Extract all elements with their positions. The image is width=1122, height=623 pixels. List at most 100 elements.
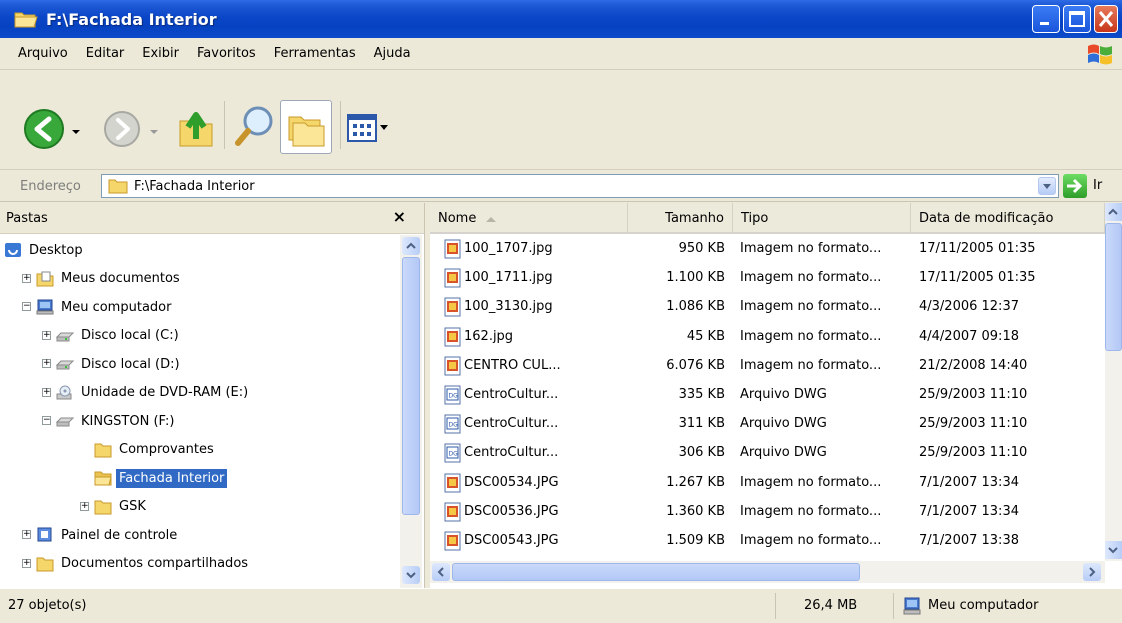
file-type: Arquivo DWG <box>740 445 827 461</box>
tree-item[interactable]: + Disco local (D:) <box>42 352 183 376</box>
tree-item[interactable]: Comprovantes <box>94 438 217 462</box>
minimize-button[interactable] <box>1032 5 1060 33</box>
collapse-icon[interactable]: − <box>42 416 51 425</box>
address-label: Endereço <box>20 178 81 194</box>
tree-item-label: KINGSTON (F:) <box>81 413 175 429</box>
forward-button[interactable] <box>102 109 142 153</box>
table-row[interactable]: CENTRO CUL... 6.076 KB Imagem no formato..… <box>430 353 1105 379</box>
expand-icon[interactable]: + <box>42 330 51 340</box>
table-row[interactable]: DG CentroCultur... 335 KB Arquivo DWG 25/9/2… <box>430 382 1105 408</box>
file-date-modified: 25/9/2003 11:10 <box>919 387 1028 402</box>
tree-item[interactable]: + Unidade de DVD-RAM (E:) <box>42 381 251 405</box>
menu-ajuda[interactable]: Ajuda <box>365 46 420 61</box>
scroll-right-button[interactable] <box>1083 563 1101 581</box>
table-row[interactable]: DSC00536.JPG 1.360 KB Imagem no formato...… <box>430 499 1105 525</box>
scroll-down-button[interactable] <box>402 566 420 584</box>
column-type[interactable]: Tipo <box>733 203 911 234</box>
collapse-icon[interactable]: − <box>22 302 31 311</box>
title-bar[interactable]: F:\Fachada Interior <box>0 0 1122 38</box>
file-date-modified: 25/9/2003 11:10 <box>919 445 1028 461</box>
expand-icon[interactable]: + <box>22 530 31 539</box>
menu-exibir[interactable]: Exibir <box>133 46 188 61</box>
expand-icon[interactable]: + <box>42 387 51 397</box>
column-name[interactable]: Nome <box>430 203 628 234</box>
address-input[interactable]: F:\Fachada Interior <box>101 174 1059 198</box>
table-row[interactable]: DSC00534.JPG 1.267 KB Imagem no formato...… <box>430 470 1105 496</box>
jpg-file-icon <box>444 531 462 551</box>
search-icon <box>235 106 273 146</box>
scroll-thumb[interactable] <box>452 563 860 581</box>
close-button[interactable] <box>1094 5 1118 33</box>
table-row[interactable]: DG CentroCultur... 311 KB Arquivo DWG 25/9/2… <box>430 411 1105 437</box>
maximize-button[interactable] <box>1063 5 1091 33</box>
scroll-up-button[interactable] <box>402 237 420 255</box>
file-name: CentroCultur... <box>464 387 559 402</box>
table-row[interactable]: 100_1707.jpg 950 KB Imagem no formato... 17… <box>430 236 1105 262</box>
search-button[interactable] <box>234 103 278 153</box>
expand-icon[interactable]: + <box>22 273 31 283</box>
file-name: CentroCultur... <box>464 416 559 432</box>
tree-item[interactable]: − Meu computador <box>22 295 174 319</box>
removable-drive-icon <box>55 413 75 429</box>
file-date-modified: 17/11/2005 01:35 <box>919 270 1036 286</box>
file-size: 1.509 KB <box>666 533 725 548</box>
scroll-down-button[interactable] <box>1105 541 1122 559</box>
up-folder-button[interactable] <box>176 105 216 153</box>
folder-open-icon <box>14 9 38 29</box>
column-date-modified[interactable]: Data de modificação <box>911 203 1105 234</box>
menu-arquivo[interactable]: Arquivo <box>0 46 77 61</box>
jpg-file-icon <box>444 502 462 522</box>
address-dropdown-button[interactable] <box>1038 177 1056 195</box>
column-size[interactable]: Tamanho <box>628 203 733 234</box>
expand-icon[interactable]: + <box>42 359 51 368</box>
file-size: 1.360 KB <box>666 503 725 519</box>
desktop-icon <box>4 242 22 258</box>
file-name: 100_1711.jpg <box>464 270 553 286</box>
file-date-modified: 21/2/2008 14:40 <box>919 357 1028 373</box>
jpg-file-icon <box>444 239 462 259</box>
scroll-up-button[interactable] <box>1105 203 1122 221</box>
back-arrow-icon <box>24 109 64 149</box>
menu-editar[interactable]: Editar <box>77 46 134 61</box>
folders-button[interactable] <box>280 100 332 154</box>
my-computer-icon <box>903 597 921 615</box>
table-row[interactable]: 162.jpg 45 KB Imagem no formato... 4/4/2007… <box>430 324 1105 350</box>
table-row[interactable]: 100_1711.jpg 1.100 KB Imagem no formato...… <box>430 265 1105 291</box>
scroll-thumb[interactable] <box>1105 223 1122 351</box>
folders-vertical-scrollbar[interactable] <box>400 235 422 588</box>
file-name: 162.jpg <box>464 328 514 344</box>
go-label[interactable]: Ir <box>1093 178 1102 193</box>
file-size: 306 KB <box>678 445 725 461</box>
file-size: 1.100 KB <box>666 270 725 286</box>
tree-item[interactable]: + Disco local (C:) <box>42 324 182 348</box>
forward-dropdown-icon[interactable] <box>150 125 158 140</box>
table-row[interactable]: DG CentroCultur... 306 KB Arquivo DWG 25/9/2… <box>430 440 1105 466</box>
dwg-file-icon: DG <box>444 385 462 405</box>
table-row[interactable]: DSC00543.JPG 1.509 KB Imagem no formato...… <box>430 528 1105 554</box>
tree-item[interactable]: + GSK <box>80 495 149 519</box>
menu-ferramentas[interactable]: Ferramentas <box>265 46 365 61</box>
back-dropdown-icon[interactable] <box>72 125 80 140</box>
menu-favoritos[interactable]: Favoritos <box>188 46 265 61</box>
go-button[interactable] <box>1063 174 1087 198</box>
tree-item[interactable]: + Meus documentos <box>22 267 183 291</box>
scroll-thumb[interactable] <box>402 257 420 515</box>
back-button[interactable] <box>22 107 66 155</box>
views-button[interactable] <box>346 113 390 149</box>
file-type: Imagem no formato... <box>740 503 882 519</box>
files-vertical-scrollbar[interactable] <box>1105 203 1122 561</box>
scroll-left-button[interactable] <box>432 563 450 581</box>
tree-item[interactable]: Desktop <box>4 238 86 262</box>
tree-item[interactable]: − KINGSTON (F:) <box>42 409 177 433</box>
tree-item[interactable]: Fachada Interior <box>94 466 228 490</box>
expand-icon[interactable]: + <box>22 558 31 568</box>
table-row[interactable]: 100_3130.jpg 1.086 KB Imagem no formato...… <box>430 294 1105 320</box>
tree-item[interactable]: + Documentos compartilhados <box>22 552 251 576</box>
close-folders-button[interactable]: × <box>393 207 406 226</box>
jpg-file-icon <box>444 268 462 288</box>
jpg-file-icon <box>444 356 462 376</box>
tree-item[interactable]: + Painel de controle <box>22 523 180 547</box>
files-horizontal-scrollbar[interactable] <box>430 561 1105 583</box>
expand-icon[interactable]: + <box>80 501 89 511</box>
file-size: 311 KB <box>678 416 725 432</box>
